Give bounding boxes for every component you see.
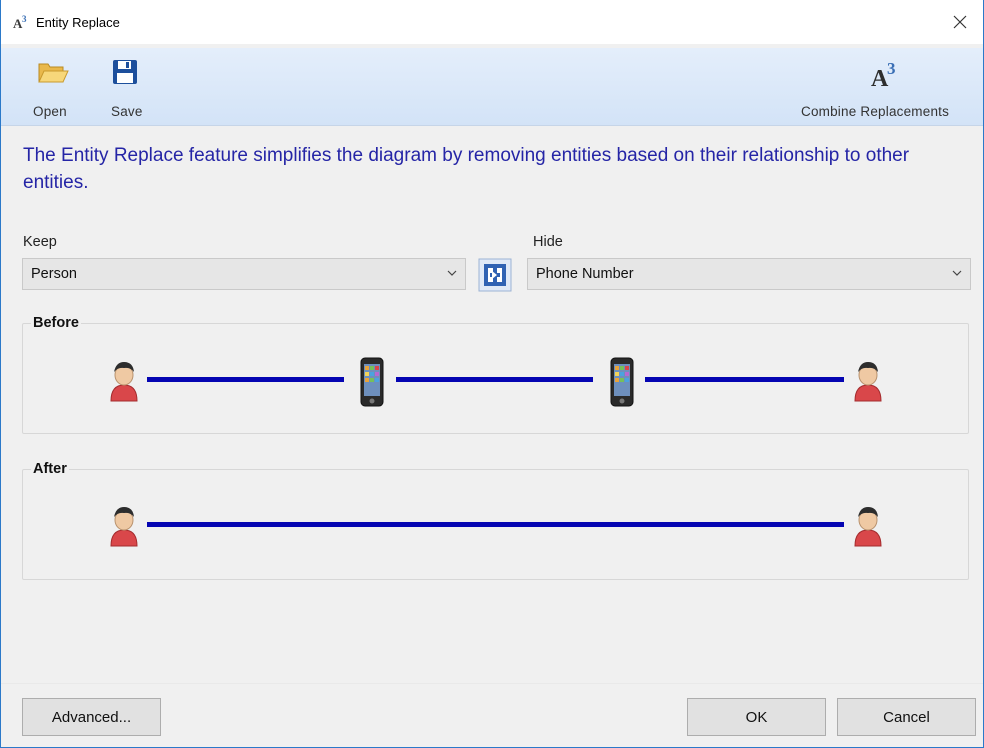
keep-select-value: Person bbox=[31, 266, 77, 282]
person-icon bbox=[110, 507, 138, 547]
after-group bbox=[22, 469, 969, 580]
hide-select[interactable]: Phone Number bbox=[527, 258, 971, 290]
link-line bbox=[147, 522, 844, 527]
cancel-button[interactable]: Cancel bbox=[837, 698, 976, 736]
keep-label: Keep bbox=[23, 234, 57, 250]
hide-select-value: Phone Number bbox=[536, 266, 634, 282]
combine-replacements-button[interactable]: A 3 Combine Replacements bbox=[797, 48, 979, 126]
before-group bbox=[22, 323, 969, 434]
combine-replacements-icon: A 3 bbox=[871, 59, 896, 90]
keep-select[interactable]: Person bbox=[22, 258, 466, 290]
window-title: Entity Replace bbox=[36, 15, 120, 30]
link-line bbox=[645, 377, 844, 382]
person-icon bbox=[110, 362, 138, 402]
app-icon: A 3 bbox=[13, 14, 27, 30]
before-group-title: Before bbox=[31, 315, 81, 331]
after-group-title: After bbox=[31, 461, 69, 477]
link-line bbox=[147, 377, 344, 382]
open-button[interactable]: Open bbox=[31, 48, 77, 126]
svg-text:3: 3 bbox=[22, 14, 27, 24]
footer-divider bbox=[1, 683, 983, 684]
phone-icon bbox=[610, 357, 634, 407]
toolbar: Open Save A 3 Combine Replacements bbox=[1, 48, 983, 126]
swap-button[interactable] bbox=[478, 258, 512, 292]
floppy-disk-icon bbox=[113, 60, 137, 84]
combine-replacements-label: Combine Replacements bbox=[801, 104, 950, 119]
person-icon bbox=[854, 362, 882, 402]
close-button[interactable] bbox=[937, 0, 983, 44]
close-icon bbox=[953, 15, 967, 29]
swap-icon bbox=[478, 258, 512, 292]
open-label: Open bbox=[33, 104, 67, 119]
chevron-down-icon bbox=[952, 270, 962, 276]
phone-icon bbox=[360, 357, 384, 407]
link-line bbox=[396, 377, 593, 382]
ok-button[interactable]: OK bbox=[687, 698, 826, 736]
save-label: Save bbox=[111, 104, 143, 119]
advanced-button[interactable]: Advanced... bbox=[22, 698, 161, 736]
hide-label: Hide bbox=[533, 234, 563, 250]
svg-text:3: 3 bbox=[887, 59, 896, 78]
chevron-down-icon bbox=[447, 270, 457, 276]
folder-open-icon bbox=[38, 63, 69, 83]
entity-replace-dialog: A 3 Entity Replace Open Save A 3 Combine… bbox=[0, 0, 984, 748]
title-bar: A 3 Entity Replace bbox=[1, 0, 983, 44]
person-icon bbox=[854, 507, 882, 547]
save-button[interactable]: Save bbox=[109, 48, 153, 126]
description-text: The Entity Replace feature simplifies th… bbox=[23, 145, 910, 193]
